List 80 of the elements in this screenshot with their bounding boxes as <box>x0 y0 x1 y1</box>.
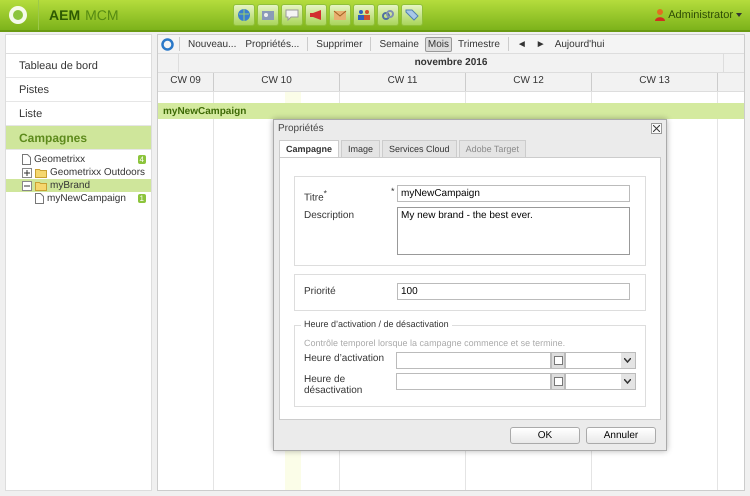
hint-text: Contrôle temporel lorsque la campagne commence et se termine. <box>304 338 566 348</box>
dialog-title: Propriétés <box>278 123 324 134</box>
toolbar-button[interactable] <box>353 4 375 26</box>
date-input[interactable] <box>396 352 552 370</box>
toolbar-button[interactable]: ◄ <box>514 36 530 52</box>
toolbar-button[interactable]: ► <box>532 36 549 52</box>
collapse-icon[interactable] <box>22 180 32 190</box>
field-label: Heure d’activation <box>304 352 386 364</box>
toolbar-button[interactable] <box>401 4 423 26</box>
description-textarea[interactable]: My new brand - the best ever. <box>397 207 630 256</box>
week-header: CW 13 <box>592 73 718 91</box>
tab[interactable]: Services Cloud <box>382 140 457 157</box>
document-icon <box>22 154 31 165</box>
toolbar-button[interactable] <box>329 4 351 26</box>
view-toggle[interactable]: Semaine <box>376 36 422 52</box>
chevron-down-icon <box>624 358 632 364</box>
field-label: Description <box>304 209 356 222</box>
globe-icon <box>237 8 251 22</box>
expand-icon[interactable] <box>22 168 32 178</box>
priority-input[interactable]: 100 <box>397 283 630 300</box>
caret-icon <box>736 13 742 17</box>
field-label: Heure de désactivation <box>304 373 364 396</box>
people-icon <box>357 9 371 21</box>
logo-icon <box>8 5 28 25</box>
fieldset-legend: Heure d’activation / de désactivation <box>301 319 452 330</box>
dialog-button[interactable]: Annuler <box>586 426 656 444</box>
close-button[interactable] <box>651 123 662 134</box>
tree-label: Geometrixx Outdoors <box>50 167 146 178</box>
field-label: Priorité <box>304 285 337 298</box>
week-header: CW 11 <box>340 73 466 91</box>
toolbar-button[interactable]: Propriétés... <box>242 36 302 52</box>
toolbar-button[interactable] <box>233 4 255 26</box>
week-header: CW 12 <box>466 73 592 91</box>
toolbar-button[interactable] <box>281 4 303 26</box>
tag-icon <box>405 9 419 21</box>
tree-item[interactable]: myBrand <box>6 179 151 192</box>
tree-label: myNewCampaign <box>47 193 126 204</box>
toolbar-button[interactable] <box>305 4 327 26</box>
id-card-icon <box>261 9 275 21</box>
title-input[interactable]: myNewCampaign <box>397 185 630 202</box>
tree-item[interactable]: myNewCampaign 1 <box>6 192 151 205</box>
toolbar-button[interactable]: Aujourd'hui <box>552 36 608 52</box>
calendar-icon <box>554 356 563 366</box>
folder-icon <box>35 180 47 190</box>
count-badge: 4 <box>138 155 146 164</box>
tree-label: myBrand <box>50 180 90 191</box>
campaign-bar[interactable]: myNewCampaign <box>158 103 744 119</box>
refresh-icon[interactable] <box>161 38 174 50</box>
toolbar-button[interactable]: Supprimer <box>313 36 366 52</box>
field-label: Titre$^{*}$ <box>304 187 328 204</box>
app-title: MCM <box>85 7 119 23</box>
app-title: AEM <box>49 7 80 23</box>
tree-label: Geometrixx <box>34 154 86 165</box>
week-header: CW 09 <box>158 73 214 91</box>
speech-bubble-icon <box>285 9 299 21</box>
megaphone-icon <box>309 9 323 21</box>
calendar-button[interactable] <box>551 373 566 390</box>
document-icon <box>35 193 44 204</box>
month-header: novembre 2016 <box>178 54 724 72</box>
tab[interactable]: Image <box>341 140 380 157</box>
toolbar-button[interactable] <box>257 4 279 26</box>
required-mark: * <box>391 185 396 196</box>
tab[interactable]: Campagne <box>279 140 340 157</box>
dialog-button[interactable]: OK <box>510 426 580 444</box>
tree-item[interactable]: Geometrixx 4 <box>6 153 151 166</box>
view-toggle[interactable]: Mois <box>424 36 452 52</box>
toolbar-button[interactable]: Nouveau... <box>185 36 240 52</box>
link-icon <box>381 9 395 21</box>
toolbar-button[interactable] <box>377 4 399 26</box>
calendar-button[interactable] <box>551 352 566 370</box>
count-badge: 1 <box>138 194 146 203</box>
user-icon <box>655 9 666 21</box>
tree-item[interactable]: Geometrixx Outdoors <box>6 166 151 179</box>
week-header: CW 10 <box>214 73 340 91</box>
envelope-icon <box>333 10 347 20</box>
chevron-down-icon <box>624 379 632 384</box>
user-menu[interactable]: Administrator <box>655 9 742 21</box>
view-toggle[interactable]: Trimestre <box>455 36 503 52</box>
date-input[interactable] <box>396 373 552 390</box>
calendar-icon <box>554 377 563 386</box>
